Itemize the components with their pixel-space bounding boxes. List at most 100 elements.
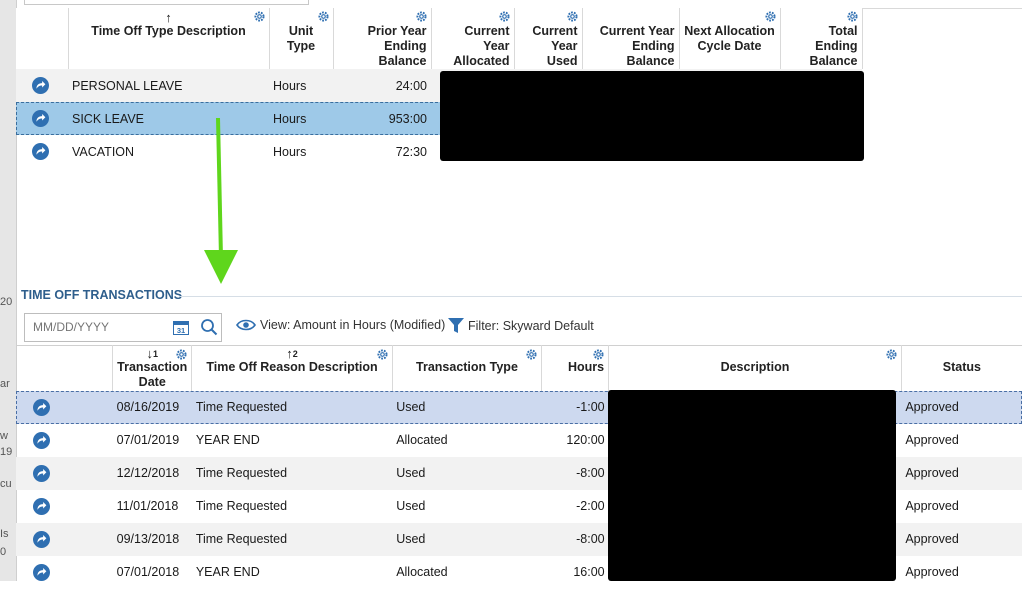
cell-type: Used [396,466,426,480]
column-label: Time Off Type Description [91,24,246,38]
column-label: Current Year Ending Balance [599,24,675,68]
row-action-arrow-icon[interactable] [33,530,50,548]
cell-type: PERSONAL LEAVE [72,78,183,93]
cell-status: Approved [905,433,959,447]
column-label: Current Year Used [532,24,578,68]
gear-icon[interactable] [415,10,428,23]
row-action-arrow-icon[interactable] [32,77,49,94]
column-header-current-ending[interactable]: Current Year Ending Balance [582,8,680,69]
column-header-current-allocated[interactable]: Current Year Allocated [431,8,515,69]
gear-icon[interactable] [253,10,266,23]
cell-hours: -8:00 [576,466,605,480]
filter-icon [448,318,464,333]
annotation-arrow-icon [204,118,238,284]
eye-icon [236,319,256,331]
cell-prior: 72:30 [395,144,427,159]
row-action-arrow-icon[interactable] [32,143,49,160]
column-header-transaction-date[interactable]: ↓1 Transaction Date [112,345,193,391]
cell-reason: Time Requested [195,400,288,414]
row-action-arrow-icon[interactable] [33,398,50,416]
column-header-total-ending[interactable]: Total Ending Balance [780,8,863,69]
filter-label: Filter: Skyward Default [468,318,594,333]
row-action-arrow-icon[interactable] [33,497,50,515]
top-search-box-fragment[interactable] [24,0,309,5]
cell-date: 08/16/2019 [116,400,180,414]
cell-hours: -8:00 [576,532,605,546]
column-header-next-allocation[interactable]: Next Allocation Cycle Date [679,8,781,69]
column-header-prior-year[interactable]: Prior Year Ending Balance [333,8,432,69]
cell-hours: -1:00 [576,400,605,414]
cell-status: Approved [905,400,959,414]
gear-icon[interactable] [764,10,777,23]
gear-icon[interactable] [846,10,859,23]
column-header-actions [16,345,114,391]
cell-type: Used [396,400,426,414]
gear-icon[interactable] [376,348,389,361]
cell-date: 07/01/2019 [116,433,180,447]
gear-icon[interactable] [885,348,898,361]
column-label: Time Off Reason Description [206,360,378,374]
cell-type: Used [396,532,426,546]
cell-status: Approved [905,532,959,546]
edge-fragment: 0 [0,546,7,558]
cell-reason: Time Requested [195,466,288,480]
row-action-arrow-icon[interactable] [33,464,50,482]
gear-icon[interactable] [592,348,605,361]
date-input[interactable] [31,319,165,335]
filter-option[interactable]: Filter: Skyward Default [448,318,594,333]
cell-status: Approved [905,466,959,480]
cell-reason: YEAR END [195,433,260,447]
cell-type: Used [396,499,426,513]
cell-reason: Time Requested [195,532,288,546]
cell-prior: 24:00 [395,78,427,93]
edge-fragment: w [0,430,8,442]
gear-icon[interactable] [175,348,188,361]
cell-unit: Hours [273,111,307,126]
calendar-icon[interactable]: 31 [173,319,189,335]
edge-fragment: ar [0,378,10,390]
cell-date: 11/01/2018 [116,499,179,513]
column-header-unit-type[interactable]: Unit Type [269,8,334,69]
column-header-actions [16,8,69,69]
column-label: Transaction Type [416,360,518,374]
column-header-reason[interactable]: ↑2 Time Off Reason Description [191,345,393,391]
row-action-arrow-icon[interactable] [33,563,50,581]
gear-icon[interactable] [317,10,330,23]
redaction-block [440,71,864,161]
cell-reason: Time Requested [195,499,288,513]
date-filter-box[interactable]: 31 [24,313,222,342]
cell-type: Allocated [396,565,448,579]
column-label: Transaction Date [117,360,188,389]
sort-ascending-icon: ↑ [165,10,172,25]
column-header-status[interactable]: Status [901,346,1022,391]
column-label: Total Ending Balance [809,24,858,68]
gear-icon[interactable] [525,348,538,361]
column-label: Unit Type [286,24,316,53]
view-option[interactable]: View: Amount in Hours (Modified) [236,318,445,332]
search-icon[interactable] [200,318,218,336]
cell-date: 12/12/2018 [116,466,180,480]
cell-reason: YEAR END [195,565,260,579]
cell-type: Allocated [396,433,448,447]
cell-date: 09/13/2018 [116,532,180,546]
column-label: Prior Year Ending Balance [367,24,427,68]
row-action-arrow-icon[interactable] [32,110,49,127]
column-header-transaction-type[interactable]: Transaction Type [392,345,543,391]
column-header-type[interactable]: ↑ Time Off Type Description [68,8,270,69]
cell-date: 07/01/2018 [116,565,180,579]
background-window-edge: 20 ar w 19 cu Is 0 [0,0,17,581]
cell-status: Approved [905,499,959,513]
gear-icon[interactable] [566,10,579,23]
column-header-description[interactable]: Description [608,345,902,391]
row-action-arrow-icon[interactable] [33,431,50,449]
section-title: TIME OFF TRANSACTIONS [21,288,183,302]
cell-hours: 16:00 [573,565,605,579]
cell-unit: Hours [273,144,307,159]
sort-ascending-icon: ↑2 [286,346,298,361]
gear-icon[interactable] [498,10,511,23]
column-header-hours[interactable]: Hours [541,345,610,391]
cell-hours: -2:00 [576,499,605,513]
view-label: View: Amount in Hours (Modified) [260,318,446,332]
column-header-current-used[interactable]: Current Year Used [514,8,583,69]
column-label: Hours [568,360,605,374]
